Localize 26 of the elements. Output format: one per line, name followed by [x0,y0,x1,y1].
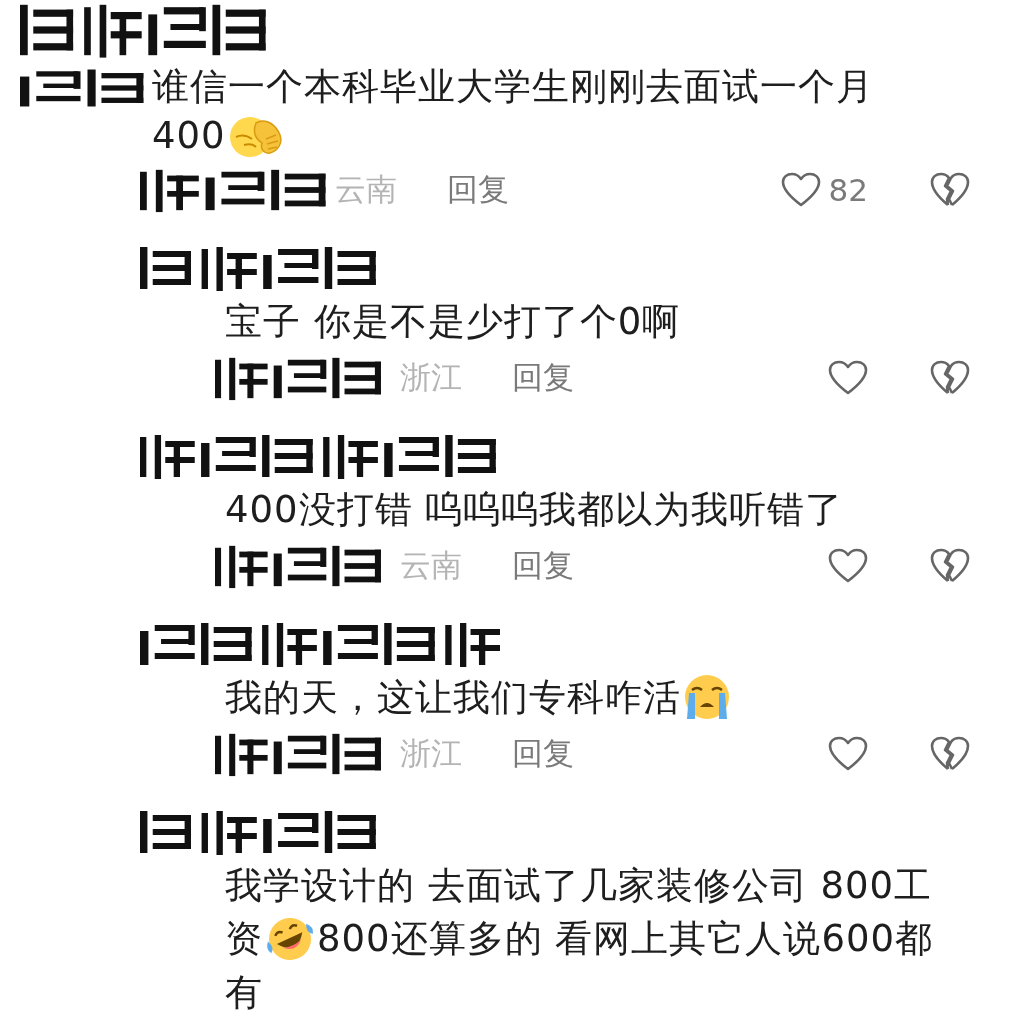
comment-text: 400 [152,113,226,159]
comment-text: 资 [225,916,263,962]
location-label: 云南 [335,170,397,209]
comment-text: 宝子 你是不是少打了个0啊 [225,299,681,345]
broken-heart-icon[interactable] [930,736,970,772]
heart-icon[interactable] [828,548,868,584]
reply-link[interactable]: 回复 [512,545,574,587]
heart-icon[interactable] [828,360,868,396]
heart-icon[interactable] [780,172,821,208]
comment-text: 有 [225,970,263,1016]
comment-text: 800还算多的 看网上其它人说600都 [317,916,933,962]
comment-text: 我的天，这让我们专科咋活 [225,675,681,721]
comment-text: 400没打错 呜呜呜我都以为我听错了 [225,487,844,533]
location-label: 云南 [400,546,462,585]
broken-heart-icon[interactable] [930,172,970,208]
broken-heart-icon[interactable] [930,548,970,584]
location-label: 浙江 [400,734,462,773]
like-count: 82 [828,172,868,208]
comment-text: 谁信一个本科毕业大学生刚刚去面试一个月 [152,64,874,110]
reply-link[interactable]: 回复 [447,169,509,211]
comment-text: 我学设计的 去面试了几家装修公司 800工 [225,863,933,909]
heart-icon[interactable] [828,736,868,772]
location-label: 浙江 [400,358,462,397]
broken-heart-icon[interactable] [930,360,970,396]
reply-link[interactable]: 回复 [512,733,574,775]
reply-link[interactable]: 回复 [512,357,574,399]
